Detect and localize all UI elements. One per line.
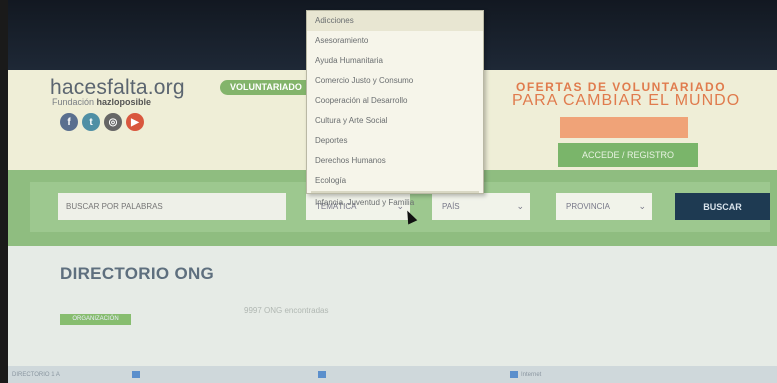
dropdown-option[interactable]: Derechos Humanos bbox=[307, 151, 483, 171]
youtube-icon[interactable]: ▶ bbox=[126, 113, 144, 131]
twitter-icon[interactable]: t bbox=[82, 113, 100, 131]
taskbar-item[interactable] bbox=[132, 369, 143, 381]
dropdown-option[interactable]: Comercio Justo y Consumo bbox=[307, 71, 483, 91]
dropdown-option[interactable]: Cultura y Arte Social bbox=[307, 111, 483, 131]
chevron-down-icon: ⌄ bbox=[638, 201, 646, 211]
taskbar bbox=[8, 366, 777, 383]
taskbar-item[interactable]: DIRECTORIO 1 A bbox=[12, 369, 60, 381]
browser-icon bbox=[510, 370, 518, 378]
social-links: f t ◎ ▶ bbox=[60, 113, 144, 131]
fundacion-label: Fundación hazloposible bbox=[52, 97, 151, 107]
dropdown-option[interactable]: Ayuda Humanitaria bbox=[307, 51, 483, 71]
dropdown-option[interactable]: Ecología bbox=[307, 171, 483, 191]
page-title: DIRECTORIO ONG bbox=[60, 264, 215, 283]
taskbar-item[interactable] bbox=[318, 369, 329, 381]
facebook-icon[interactable]: f bbox=[60, 113, 78, 131]
dropdown-option[interactable]: Asesoramiento bbox=[307, 31, 483, 51]
dropdown-option[interactable]: Cooperación al Desarrollo bbox=[307, 91, 483, 111]
taskbar-item[interactable]: Internet bbox=[510, 369, 541, 381]
results-count: 9997 ONG encontradas bbox=[244, 306, 329, 315]
fundacion-prefix: Fundación bbox=[52, 97, 95, 107]
offers-subtitle: PARA CAMBIAR EL MUNDO bbox=[512, 92, 741, 109]
publish-offer-button[interactable] bbox=[560, 117, 688, 138]
topic-dropdown-list[interactable]: Adicciones Asesoramiento Ayuda Humanitar… bbox=[306, 10, 484, 207]
window-icon bbox=[132, 370, 140, 378]
dropdown-option[interactable]: Deportes bbox=[307, 131, 483, 151]
dropdown-option[interactable]: Infancia, Juventud y Familia bbox=[307, 193, 483, 213]
category-badge[interactable]: ORGANIZACIÓN bbox=[60, 314, 131, 325]
instagram-icon[interactable]: ◎ bbox=[104, 113, 122, 131]
volunteer-tab[interactable]: VOLUNTARIADO bbox=[220, 80, 310, 95]
register-button[interactable]: ACCEDE / REGISTRO bbox=[558, 143, 698, 167]
chevron-down-icon: ⌄ bbox=[516, 201, 524, 211]
fundacion-name: hazloposible bbox=[96, 97, 152, 107]
province-select-value: PROVINCIA bbox=[566, 202, 611, 211]
window-icon bbox=[318, 370, 326, 378]
province-select[interactable]: PROVINCIA ⌄ bbox=[556, 193, 652, 220]
dropdown-option[interactable]: Adicciones bbox=[307, 11, 483, 31]
search-button[interactable]: BUSCAR bbox=[675, 193, 770, 220]
search-input[interactable] bbox=[58, 193, 286, 220]
